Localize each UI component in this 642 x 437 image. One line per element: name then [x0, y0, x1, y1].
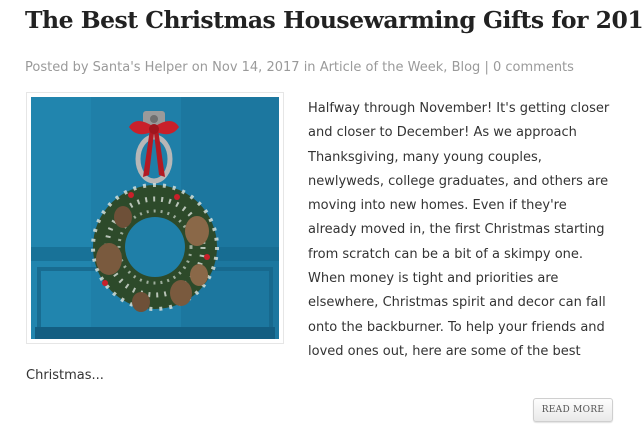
meta-on: on: [191, 60, 208, 75]
author-link[interactable]: Santa's Helper: [93, 60, 188, 75]
post-title[interactable]: The Best Christmas Housewarming Gifts fo…: [25, 2, 642, 38]
meta-in: in: [303, 60, 316, 75]
category-link-article-of-the-week[interactable]: Article of the Week: [320, 60, 444, 75]
post-date: Nov 14, 2017: [212, 60, 300, 75]
meta-prefix: Posted by: [25, 60, 89, 75]
wreath-on-door-image: [31, 97, 279, 339]
read-more-button[interactable]: READ MORE: [533, 398, 613, 422]
featured-image[interactable]: [26, 92, 284, 344]
post-meta: Posted by Santa's Helper on Nov 14, 2017…: [25, 58, 574, 78]
category-link-blog[interactable]: Blog: [452, 60, 481, 75]
category-separator: ,: [443, 60, 448, 75]
comments-link[interactable]: 0 comments: [493, 60, 574, 75]
meta-divider: |: [484, 60, 489, 75]
